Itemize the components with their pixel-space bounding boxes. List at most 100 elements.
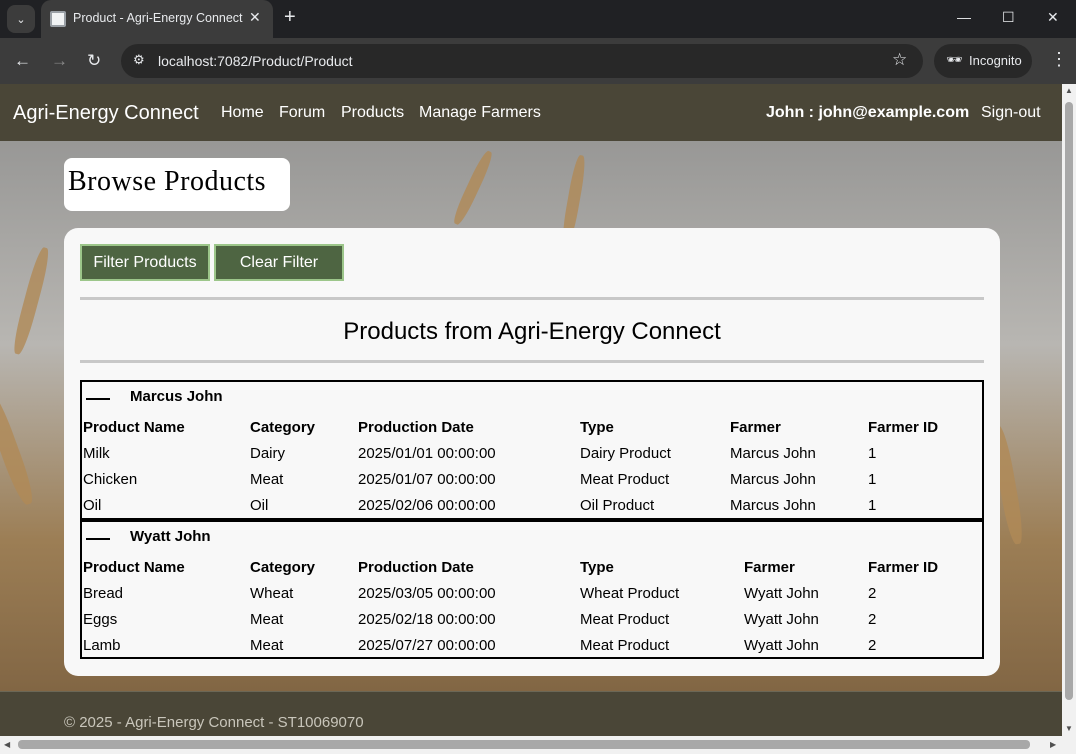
table-cell: 2025/02/18 00:00:00 [358, 611, 496, 628]
horizontal-scroll-thumb[interactable] [18, 740, 1030, 749]
vertical-scroll-thumb[interactable] [1065, 102, 1073, 700]
site-footer: © 2025 - Agri-Energy Connect - ST1006907… [0, 691, 1062, 736]
filter-products-button[interactable]: Filter Products [80, 244, 210, 281]
table-cell: 2 [868, 637, 877, 654]
window-close-icon[interactable]: ✕ [1047, 9, 1059, 26]
column-header: Type [580, 419, 614, 436]
table-cell: Oil Product [580, 497, 655, 514]
table-cell: Meat Product [580, 637, 670, 654]
table-cell: Wheat Product [580, 585, 680, 602]
scroll-down-icon[interactable]: ▼ [1065, 724, 1073, 733]
table-cell: 2025/01/01 00:00:00 [358, 445, 496, 462]
table-cell: Meat Product [580, 471, 670, 488]
scroll-up-icon[interactable]: ▲ [1065, 86, 1073, 95]
site-brand-link[interactable]: Agri-Energy Connect [13, 102, 199, 125]
group-header-farmer: Marcus John [130, 388, 223, 405]
collapse-dash-icon[interactable] [86, 398, 110, 400]
column-header: Product Name [83, 419, 185, 436]
column-header: Category [250, 419, 316, 436]
collapse-dash-icon[interactable] [86, 538, 110, 540]
clear-filter-button[interactable]: Clear Filter [214, 244, 344, 281]
divider [80, 297, 984, 300]
column-header: Farmer ID [868, 559, 939, 576]
incognito-icon: 🕶 [946, 52, 963, 67]
table-cell: Oil [83, 497, 102, 514]
table-cell: 2025/01/07 00:00:00 [358, 471, 496, 488]
wheat-decoration [10, 245, 53, 356]
browser-tab-bar: ⌄ Product - Agri-Energy Connect ✕ + — ☐ … [0, 0, 1076, 38]
bookmark-star-icon[interactable]: ☆ [892, 50, 907, 70]
column-header: Farmer [744, 559, 795, 576]
back-arrow-icon[interactable]: ← [14, 51, 31, 71]
browser-tab[interactable]: Product - Agri-Energy Connect ✕ [41, 0, 273, 38]
table-cell: Bread [83, 585, 124, 602]
table-cell: 1 [868, 497, 877, 514]
vertical-scrollbar[interactable]: ▲ ▼ [1062, 84, 1076, 736]
nav-link-manage-farmers[interactable]: Manage Farmers [419, 104, 541, 122]
new-tab-plus-icon[interactable]: + [284, 7, 296, 27]
signout-link[interactable]: Sign-out [981, 104, 1041, 122]
group-header-farmer: Wyatt John [130, 528, 211, 545]
table-cell: Lamb [83, 637, 121, 654]
table-cell: Marcus John [730, 471, 816, 488]
column-header: Farmer ID [868, 419, 939, 436]
reload-icon[interactable]: ↻ [87, 51, 101, 71]
wheat-decoration [450, 148, 496, 227]
column-header: Production Date [358, 559, 474, 576]
table-cell: 1 [868, 445, 877, 462]
table-cell: Meat [250, 471, 284, 488]
column-header: Farmer [730, 419, 781, 436]
incognito-label: Incognito [969, 53, 1022, 68]
table-cell: Dairy [250, 445, 286, 462]
table-cell: Wyatt John [744, 611, 819, 628]
tab-close-icon[interactable]: ✕ [249, 9, 261, 26]
table-cell: 2 [868, 585, 877, 602]
table-cell: 2025/03/05 00:00:00 [358, 585, 496, 602]
incognito-indicator[interactable]: 🕶 Incognito [934, 44, 1032, 78]
nav-link-products[interactable]: Products [341, 104, 404, 122]
table-cell: Meat [250, 611, 284, 628]
page-title-box: Browse Products [64, 158, 290, 211]
table-cell: 2025/02/06 00:00:00 [358, 497, 496, 514]
page-favicon-icon [50, 11, 66, 27]
table-cell: Marcus John [730, 445, 816, 462]
products-table: Marcus John Product Name Category Produc… [80, 380, 984, 659]
table-cell: Wyatt John [744, 637, 819, 654]
table-cell: Marcus John [730, 497, 816, 514]
section-title: Products from Agri-Energy Connect [343, 318, 721, 345]
url-text[interactable]: localhost:7082/Product/Product [158, 53, 353, 69]
scroll-left-icon[interactable]: ◀ [4, 740, 10, 749]
group-separator [82, 518, 982, 522]
table-cell: Milk [83, 445, 110, 462]
user-identity: John : john@example.com [766, 104, 970, 121]
products-card: Filter Products Clear Filter Products fr… [64, 228, 1000, 676]
tab-search-chevron-icon[interactable]: ⌄ [7, 5, 35, 33]
table-cell: Wyatt John [744, 585, 819, 602]
address-bar[interactable]: ⚙ localhost:7082/Product/Product ☆ [121, 44, 923, 78]
page-viewport: Agri-Energy Connect Home Forum Products … [0, 84, 1062, 736]
table-cell: Meat [250, 637, 284, 654]
nav-link-home[interactable]: Home [221, 104, 264, 122]
maximize-icon[interactable]: ☐ [1002, 9, 1015, 26]
browser-toolbar: ← → ↻ ⚙ localhost:7082/Product/Product ☆… [0, 38, 1076, 84]
nav-link-forum[interactable]: Forum [279, 104, 325, 122]
table-cell: 1 [868, 471, 877, 488]
site-navbar: Agri-Energy Connect Home Forum Products … [0, 84, 1062, 141]
table-cell: Wheat [250, 585, 294, 602]
footer-copyright: © 2025 - Agri-Energy Connect - ST1006907… [64, 714, 364, 731]
site-info-icon[interactable]: ⚙ [133, 52, 145, 68]
divider [80, 360, 984, 363]
scroll-right-icon[interactable]: ▶ [1050, 740, 1056, 749]
table-cell: Eggs [83, 611, 118, 628]
wheat-decoration [0, 388, 38, 508]
column-header: Type [580, 559, 614, 576]
tab-title: Product - Agri-Energy Connect [73, 11, 243, 25]
table-cell: Meat Product [580, 611, 670, 628]
horizontal-scrollbar[interactable]: ◀ ▶ [0, 736, 1076, 754]
table-cell: Oil [250, 497, 269, 514]
forward-arrow-icon[interactable]: → [51, 51, 68, 71]
column-header: Category [250, 559, 316, 576]
minimize-icon[interactable]: — [957, 9, 971, 25]
table-cell: Dairy Product [580, 445, 671, 462]
browser-menu-icon[interactable]: ⋮ [1050, 50, 1068, 68]
